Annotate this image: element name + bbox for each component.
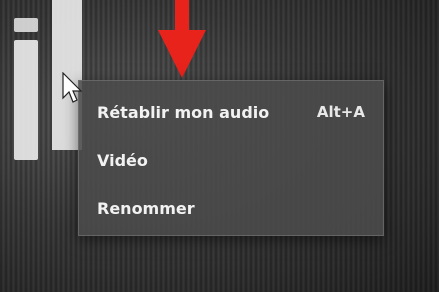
menu-item-rename[interactable]: Renommer [97,194,365,222]
background-shape [14,18,38,32]
menu-item-restore-audio[interactable]: Rétablir mon audio Alt+A [97,98,365,126]
menu-item-label: Rétablir mon audio [97,102,270,122]
menu-item-label: Renommer [97,198,195,218]
menu-item-label: Vidéo [97,150,148,170]
screen-background: Rétablir mon audio Alt+A Vidéo Renommer [0,0,439,292]
menu-item-video[interactable]: Vidéo [97,146,365,174]
background-shape [14,40,38,160]
menu-item-shortcut: Alt+A [316,103,365,121]
context-menu: Rétablir mon audio Alt+A Vidéo Renommer [78,80,384,236]
down-arrow-icon [158,0,206,82]
